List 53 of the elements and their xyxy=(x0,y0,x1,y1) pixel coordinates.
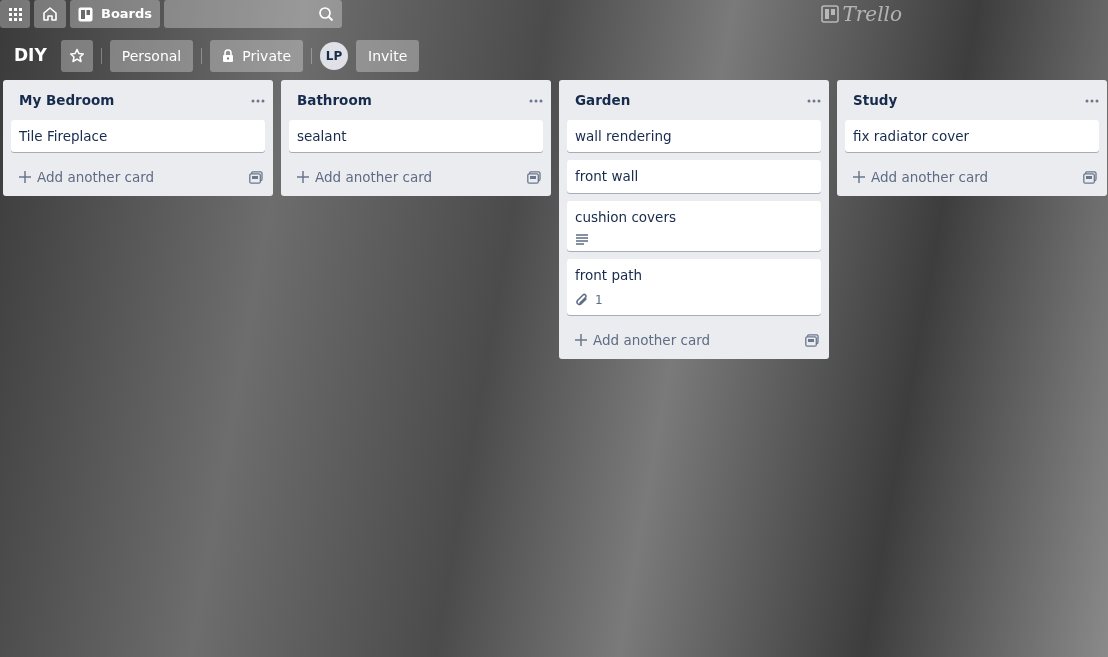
card-item[interactable]: wall rendering xyxy=(567,120,821,153)
card-title: front path xyxy=(575,265,644,285)
plus-icon xyxy=(19,171,31,184)
description-icon xyxy=(575,232,589,245)
add-card-button[interactable]: Add another card xyxy=(19,167,155,188)
apps-button[interactable] xyxy=(0,0,30,28)
more-icon xyxy=(807,98,821,103)
star-button[interactable] xyxy=(60,40,93,72)
add-card-button[interactable]: Add another card xyxy=(575,329,711,351)
list-title[interactable]: Study xyxy=(853,89,898,111)
member-avatar[interactable]: LP xyxy=(320,42,349,70)
lock-icon xyxy=(222,49,235,63)
template-icon xyxy=(805,334,819,347)
list-title[interactable]: Garden xyxy=(575,89,631,111)
card-title: cushion covers xyxy=(575,207,677,227)
attachment-count: 1 xyxy=(595,292,603,309)
grid-icon xyxy=(8,7,22,21)
list-title[interactable]: Bathroom xyxy=(297,89,372,111)
add-card-button[interactable]: Add another card xyxy=(853,167,989,188)
card-item[interactable]: fix radiator cover xyxy=(845,120,1099,153)
more-icon xyxy=(251,98,265,103)
template-icon xyxy=(527,171,541,185)
card-item[interactable]: Tile Fireplace xyxy=(11,120,265,153)
home-icon xyxy=(42,6,58,22)
search-field[interactable] xyxy=(164,0,343,28)
plus-icon xyxy=(297,171,309,184)
template-icon xyxy=(1083,171,1097,185)
paperclip-icon xyxy=(575,293,589,307)
board-icon xyxy=(78,6,93,22)
plus-icon xyxy=(853,171,865,184)
board-title[interactable]: DIY xyxy=(14,43,47,69)
more-icon xyxy=(529,98,543,103)
plus-icon xyxy=(575,334,587,346)
card-title: Tile Fireplace xyxy=(19,127,109,146)
card-title: wall rendering xyxy=(575,127,673,146)
team-button[interactable]: Personal xyxy=(109,40,194,72)
card-item[interactable]: cushion covers xyxy=(567,200,821,251)
template-icon xyxy=(249,171,263,185)
card-title: sealant xyxy=(297,127,348,146)
search-icon xyxy=(318,6,335,22)
logo-text: Trello xyxy=(842,1,902,28)
more-icon xyxy=(1085,98,1099,103)
card-item[interactable]: front path 1 xyxy=(567,258,821,315)
list-title[interactable]: My Bedroom xyxy=(19,89,115,111)
card-item[interactable]: sealant xyxy=(289,120,543,153)
card-title: front wall xyxy=(575,167,640,187)
card-title: fix radiator cover xyxy=(853,127,971,146)
logo-icon xyxy=(821,5,840,23)
boards-button[interactable]: Boards xyxy=(70,0,161,28)
add-card-button[interactable]: Add another card xyxy=(297,167,433,188)
star-icon xyxy=(68,48,85,64)
card-item[interactable]: front wall xyxy=(567,160,821,193)
home-button[interactable] xyxy=(34,0,66,28)
